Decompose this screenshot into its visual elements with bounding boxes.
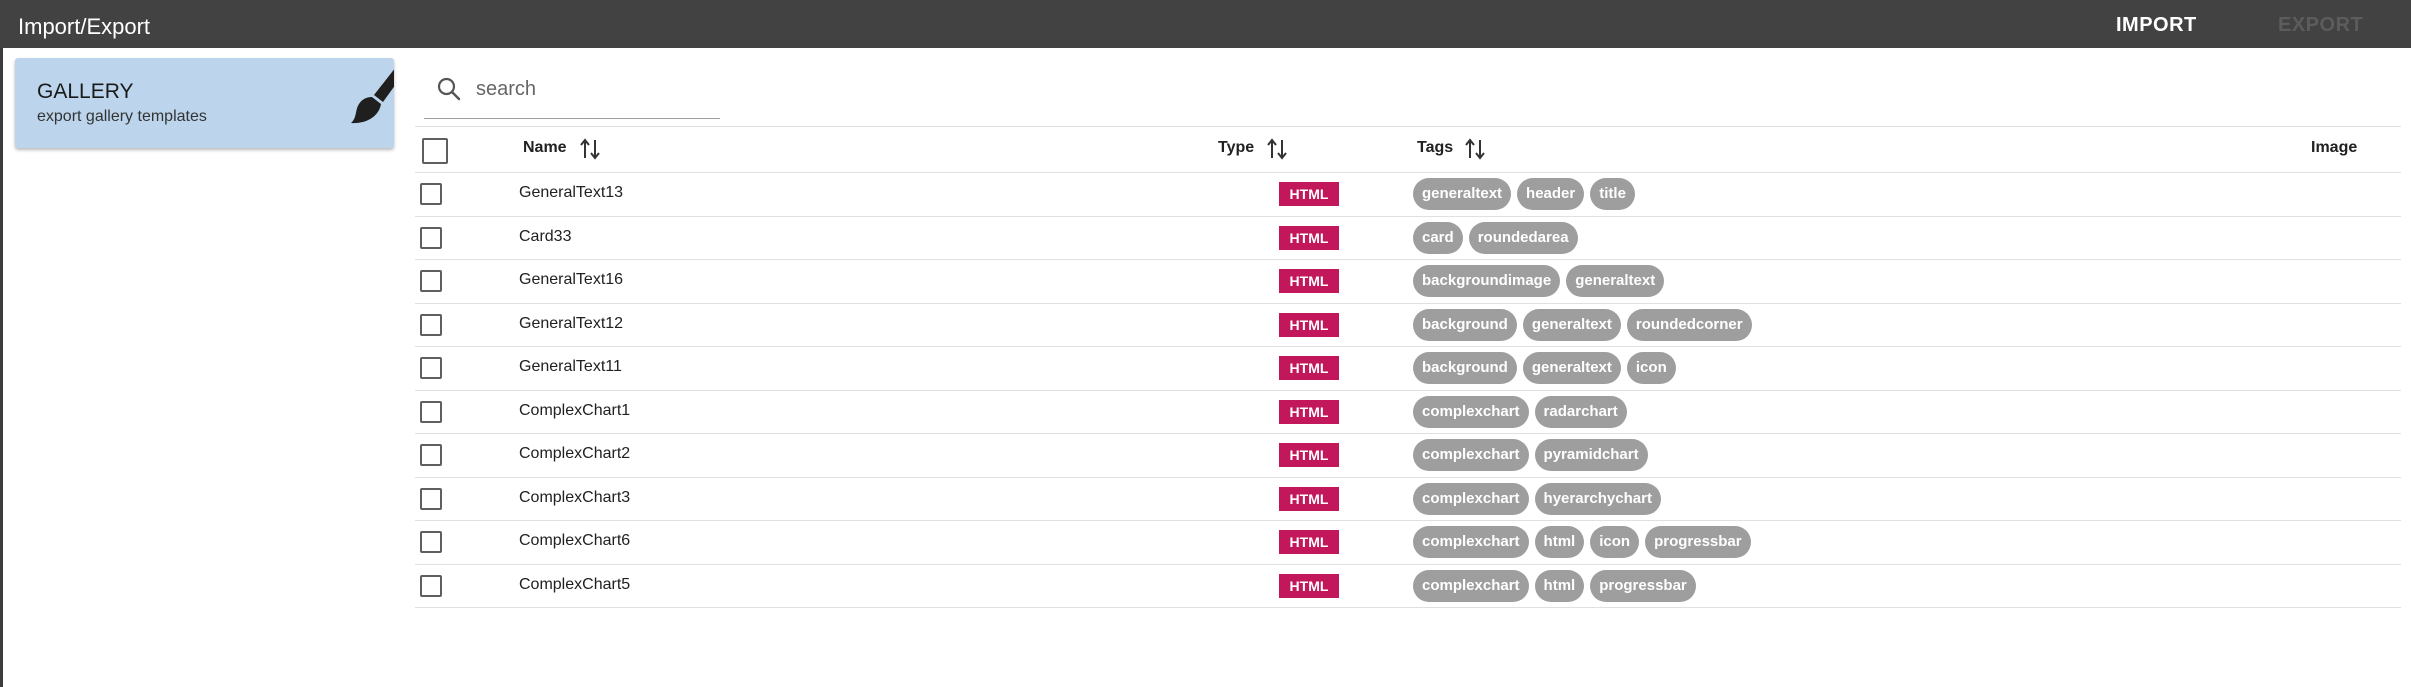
templates-table: Name Type Tags Image GeneralText13 HTML … (415, 126, 2401, 608)
column-header-tags: Tags (1417, 139, 1454, 156)
tag-chip: header (1517, 178, 1585, 210)
template-name: ComplexChart3 (519, 488, 631, 506)
tag-chip: progressbar (1590, 569, 1696, 602)
tag-chip: html (1534, 569, 1585, 602)
tag-chip: icon (1626, 352, 1676, 384)
table-row[interactable]: GeneralText11 HTML background generaltex… (415, 347, 2401, 391)
tag-chip: progressbar (1645, 526, 1751, 558)
row-checkbox[interactable] (420, 357, 442, 379)
type-badge: HTML (1279, 269, 1339, 293)
sort-icon[interactable] (579, 137, 601, 161)
select-all-checkbox[interactable] (422, 138, 448, 164)
tag-chip: radarchart (1534, 395, 1627, 428)
tag-list: complexchart pyramidchart (1413, 439, 1648, 471)
search-input[interactable] (474, 72, 714, 106)
type-badge: HTML (1279, 486, 1339, 511)
sort-icon[interactable] (1464, 137, 1486, 161)
tag-list: background generaltext roundedcorner (1413, 308, 1752, 341)
table-header: Name Type Tags Image (415, 126, 2401, 173)
tag-chip: generaltext (1566, 265, 1665, 297)
tag-list: card roundedarea (1413, 221, 1578, 254)
sort-icon[interactable] (1266, 137, 1288, 161)
row-checkbox[interactable] (420, 444, 442, 466)
row-checkbox[interactable] (420, 531, 442, 553)
gallery-card-subtitle: export gallery templates (37, 108, 207, 125)
type-badge: HTML (1279, 530, 1339, 554)
paintbrush-icon (351, 69, 394, 124)
tag-list: complexchart hyerarchychart (1413, 482, 1661, 515)
window-left-edge (0, 0, 3, 687)
column-header-name: Name (523, 139, 567, 156)
tag-chip: roundedcorner (1626, 308, 1752, 341)
tag-chip: backgroundimage (1413, 265, 1561, 297)
row-checkbox[interactable] (420, 487, 442, 510)
tag-list: complexchart html progressbar (1413, 569, 1696, 602)
tag-list: backgroundimage generaltext (1413, 265, 1665, 297)
tag-chip: pyramidchart (1534, 439, 1648, 471)
template-name: GeneralText12 (519, 314, 624, 332)
tag-chip: generaltext (1522, 308, 1621, 341)
row-checkbox[interactable] (420, 400, 442, 423)
row-checkbox[interactable] (420, 270, 442, 292)
type-badge: HTML (1279, 443, 1339, 467)
tag-chip: html (1534, 526, 1585, 558)
tag-chip: background (1413, 308, 1517, 341)
tag-list: complexchart html icon progressbar (1413, 526, 1751, 558)
table-row[interactable]: ComplexChart3 HTML complexchart hyerarch… (415, 478, 2401, 521)
tag-chip: complexchart (1413, 569, 1529, 602)
table-row[interactable]: GeneralText13 HTML generaltext header ti… (415, 173, 2401, 217)
type-badge: HTML (1279, 573, 1339, 598)
template-name: GeneralText16 (519, 271, 624, 288)
tag-chip: hyerarchychart (1534, 482, 1661, 515)
tag-chip: generaltext (1522, 352, 1621, 384)
table-row[interactable]: GeneralText12 HTML background generaltex… (415, 304, 2401, 347)
template-name: ComplexChart6 (519, 532, 631, 549)
search-icon (437, 77, 461, 101)
row-checkbox[interactable] (420, 574, 442, 597)
export-button[interactable]: EXPORT (2278, 14, 2363, 37)
tag-chip: complexchart (1413, 482, 1529, 515)
type-badge: HTML (1279, 225, 1339, 250)
row-checkbox[interactable] (420, 183, 442, 205)
tag-list: generaltext header title (1413, 178, 1635, 210)
type-badge: HTML (1279, 312, 1339, 337)
tag-chip: title (1590, 178, 1635, 210)
tag-list: background generaltext icon (1413, 352, 1676, 384)
row-checkbox[interactable] (420, 226, 442, 249)
table-row[interactable]: ComplexChart5 HTML complexchart html pro… (415, 565, 2401, 608)
tag-list: complexchart radarchart (1413, 395, 1627, 428)
tag-chip: background (1413, 352, 1517, 384)
tag-chip: icon (1590, 526, 1640, 558)
template-name: ComplexChart5 (519, 575, 631, 593)
template-name: GeneralText13 (519, 184, 624, 201)
tag-chip: complexchart (1413, 395, 1529, 428)
type-badge: HTML (1279, 182, 1339, 206)
column-header-type: Type (1218, 139, 1255, 156)
template-name: Card33 (519, 227, 572, 245)
table-row[interactable]: Card33 HTML card roundedarea (415, 217, 2401, 260)
search-field (424, 62, 720, 119)
table-row[interactable]: ComplexChart6 HTML complexchart html ico… (415, 521, 2401, 565)
tag-chip: card (1413, 221, 1463, 254)
type-badge: HTML (1279, 356, 1339, 380)
tag-chip: complexchart (1413, 439, 1529, 471)
table-row[interactable]: ComplexChart2 HTML complexchart pyramidc… (415, 434, 2401, 478)
tag-chip: generaltext (1413, 178, 1512, 210)
tag-chip: roundedarea (1468, 221, 1578, 254)
type-badge: HTML (1279, 399, 1339, 424)
app-title: Import/Export (18, 14, 151, 39)
tag-chip: complexchart (1413, 526, 1529, 558)
template-name: ComplexChart1 (519, 401, 631, 419)
table-row[interactable]: ComplexChart1 HTML complexchart radarcha… (415, 391, 2401, 434)
template-name: ComplexChart2 (519, 445, 631, 462)
template-name: GeneralText11 (519, 358, 622, 375)
gallery-card[interactable]: GALLERY export gallery templates (15, 58, 394, 148)
gallery-card-title: GALLERY (37, 80, 134, 103)
table-row[interactable]: GeneralText16 HTML backgroundimage gener… (415, 260, 2401, 304)
column-header-image: Image (2311, 139, 2358, 156)
app-bar: Import/Export IMPORT EXPORT (0, 0, 2411, 48)
import-button[interactable]: IMPORT (2116, 14, 2197, 37)
row-checkbox[interactable] (420, 313, 442, 336)
